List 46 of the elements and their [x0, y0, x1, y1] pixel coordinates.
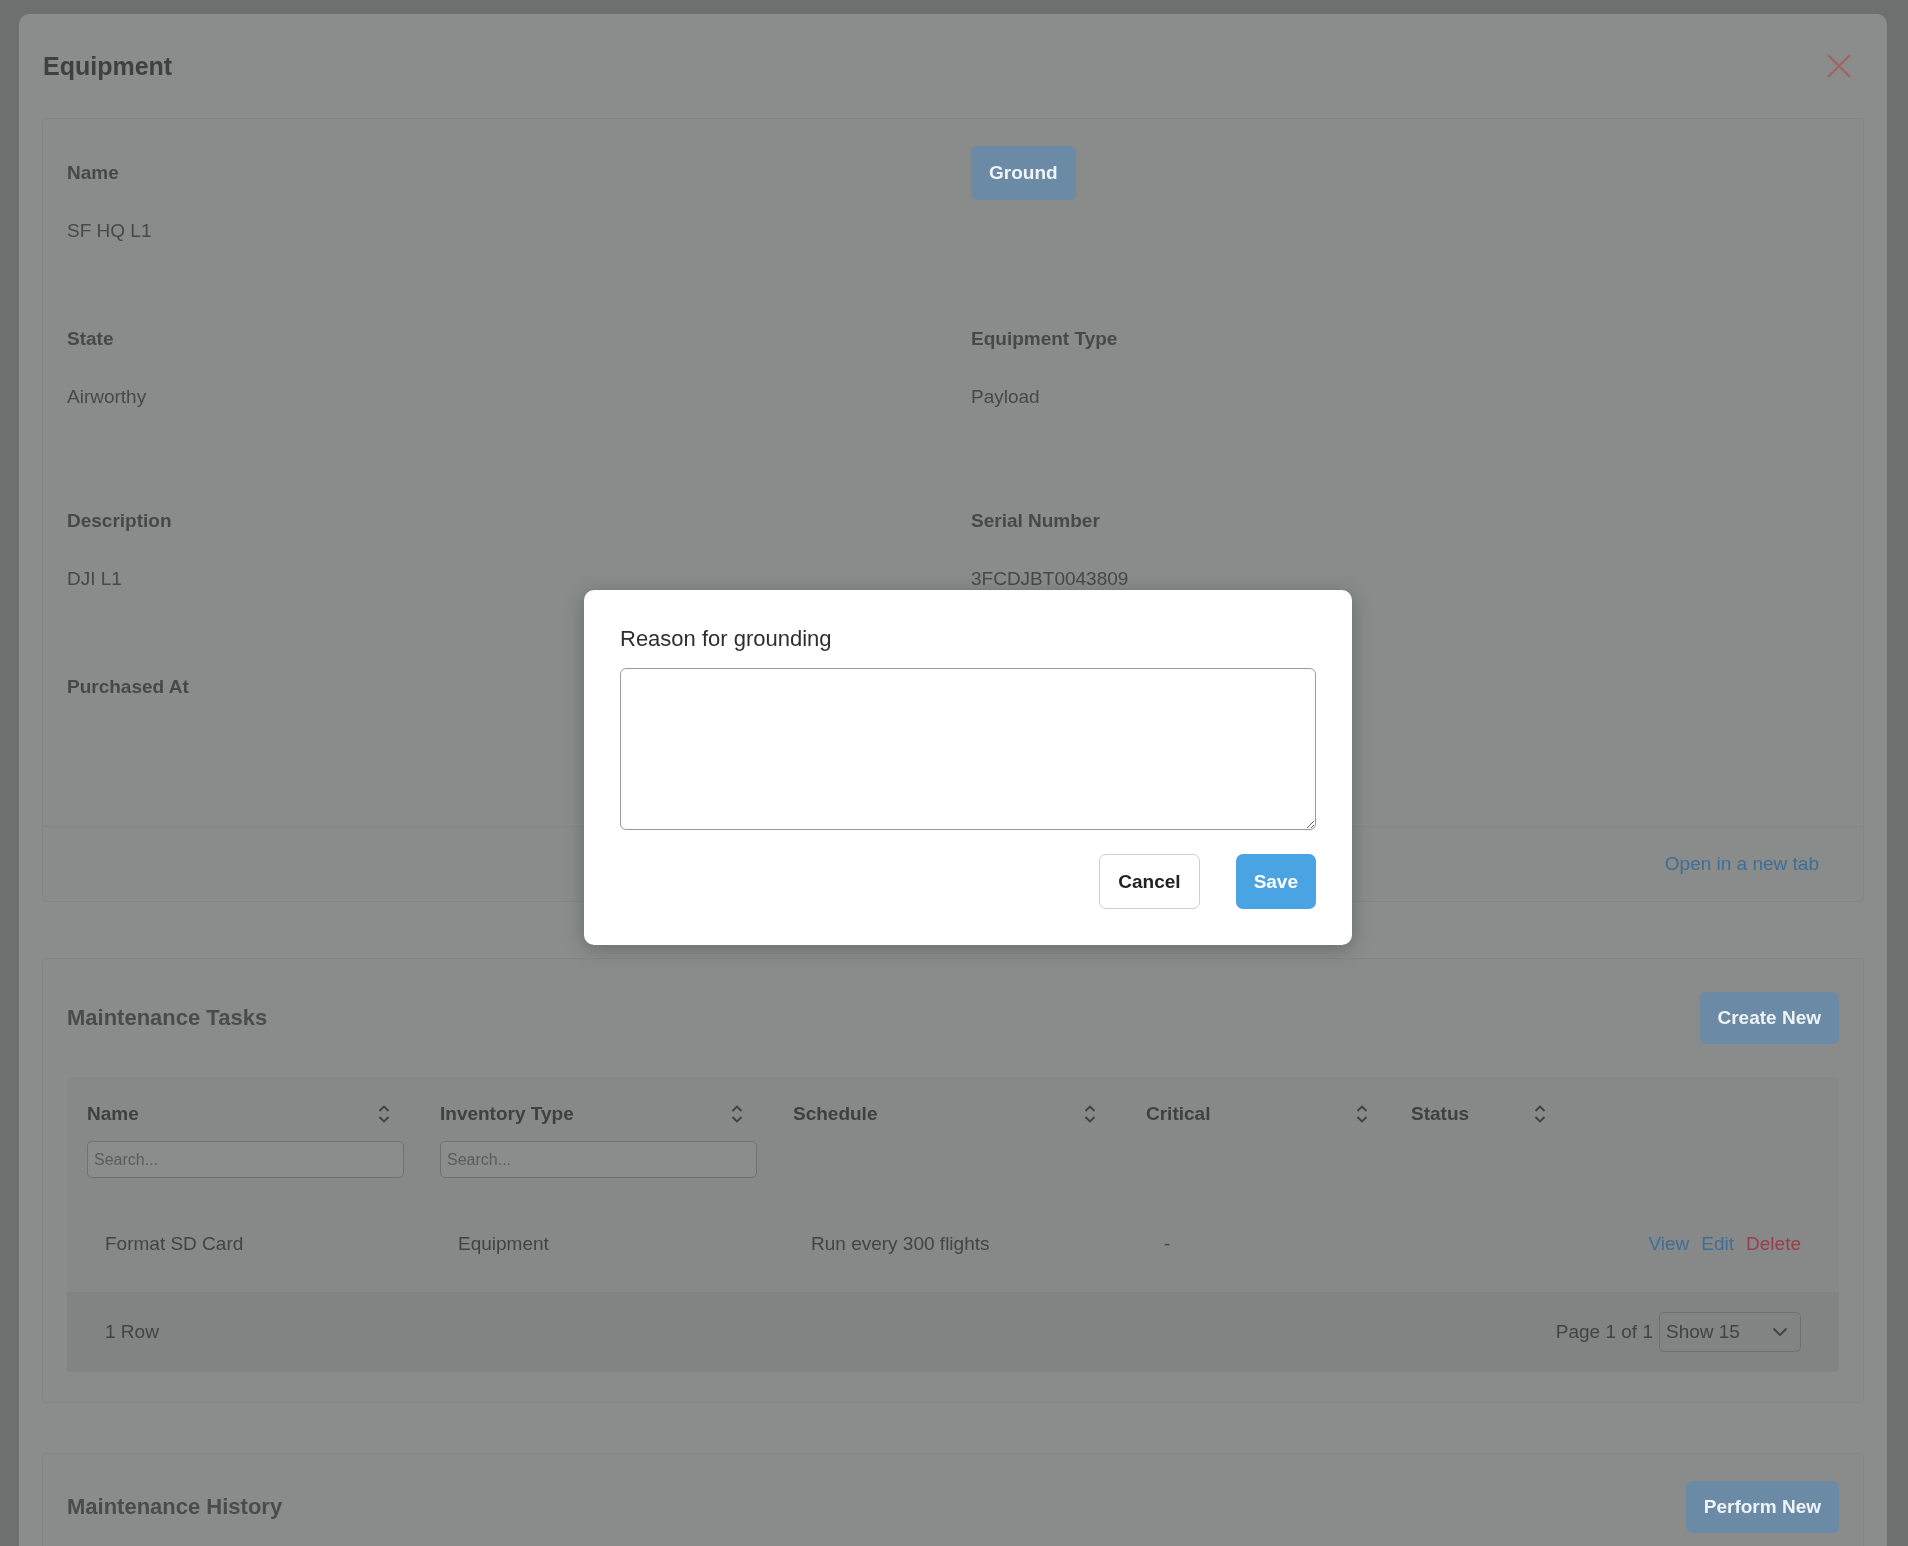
chevron-down-icon [1772, 1327, 1788, 1337]
sort-icon [1084, 1104, 1096, 1124]
column-header[interactable]: Schedule [793, 1103, 878, 1125]
table-cell-text: Run every 300 flights [810, 1233, 991, 1255]
perform-button[interactable]: Perform New [1685, 1481, 1839, 1533]
create-button[interactable]: Create New [1699, 992, 1839, 1044]
field-label: Purchased At [67, 676, 190, 698]
sort-icon [1356, 1104, 1368, 1124]
field-value: DJI L1 [67, 568, 123, 590]
page-indicator: Page 1 of 1 [1555, 1321, 1653, 1343]
column-header[interactable]: Critical [1146, 1103, 1211, 1125]
row-action-link[interactable]: Delete [1746, 1233, 1801, 1255]
close-icon [1826, 53, 1852, 79]
section-title: Maintenance History [67, 1494, 283, 1520]
table-cell-text: - [1163, 1233, 1172, 1255]
column-header[interactable]: Inventory Type [440, 1103, 574, 1125]
row-count: 1 Row [105, 1321, 159, 1343]
open-link[interactable]: Open in a new tab [1664, 853, 1819, 875]
page-size-select[interactable]: Show 15 [1659, 1312, 1801, 1352]
field-label: State [67, 328, 115, 350]
field-label: Name [67, 162, 120, 184]
table-cell-text: Format SD Card [104, 1233, 245, 1255]
row-action-link[interactable]: Edit [1701, 1233, 1735, 1255]
field-label: Description [67, 510, 173, 532]
sort-icon [731, 1104, 743, 1124]
field-value: 3FCDJBT0043809 [971, 568, 1130, 590]
drawer-title: Equipment [43, 51, 173, 81]
column-header[interactable]: Status [1411, 1103, 1470, 1125]
field-label: Equipment Type [971, 328, 1119, 350]
field-value: Payload [971, 386, 1041, 408]
save-button[interactable]: Save [1235, 854, 1316, 909]
field-value: SF HQ L1 [67, 220, 153, 242]
dialog-label: Reason for grounding [620, 626, 833, 652]
table-cell-text: Equipment [457, 1233, 550, 1255]
sort-icon [378, 1104, 390, 1124]
sort-icon [1534, 1104, 1546, 1124]
cancel-button[interactable]: Cancel [1099, 854, 1200, 909]
close-button[interactable] [1826, 53, 1852, 79]
reason-field[interactable] [620, 668, 1316, 830]
section-title: Maintenance Tasks [67, 1005, 268, 1031]
ground-button[interactable]: Ground [971, 146, 1076, 200]
select-value: Show 15 [1666, 1321, 1740, 1343]
row-action-link[interactable]: View [1648, 1233, 1690, 1255]
column-header[interactable]: Name [87, 1103, 139, 1125]
field-label: Serial Number [971, 510, 1101, 532]
field-value: Airworthy [67, 386, 148, 408]
